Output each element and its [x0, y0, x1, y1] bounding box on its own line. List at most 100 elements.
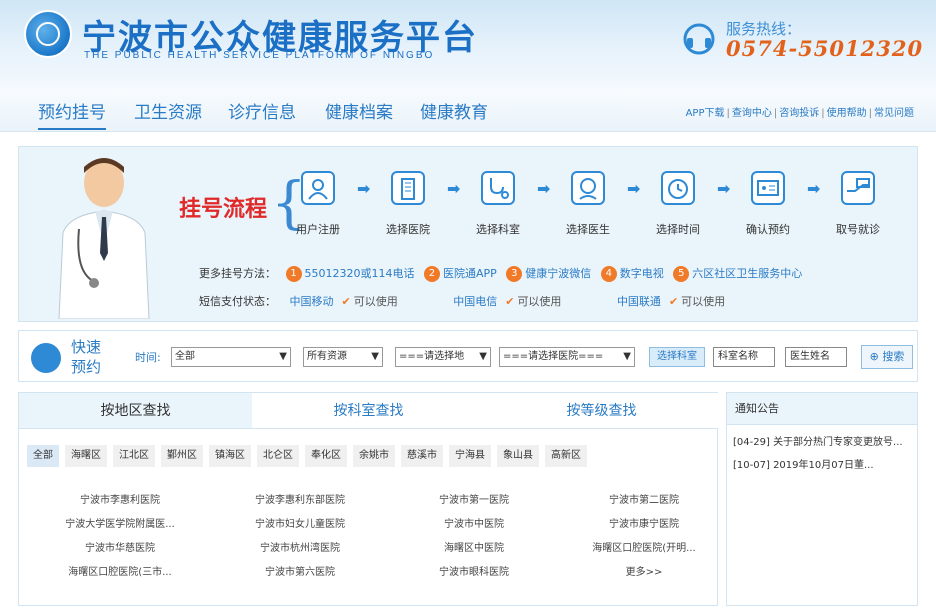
- method-app[interactable]: 医院通APP: [443, 267, 497, 280]
- nav-item-resources[interactable]: 卫生资源: [134, 98, 202, 123]
- arrow-right-icon: ➡: [717, 179, 731, 198]
- check-icon: ✔: [341, 295, 351, 308]
- step-select-department[interactable]: 选择科室: [463, 171, 533, 237]
- step-confirm[interactable]: 确认预约: [733, 171, 803, 237]
- step-label: 选择时间: [656, 223, 700, 236]
- hospital-link[interactable]: 宁波市李惠利医院: [35, 491, 205, 506]
- district-item[interactable]: 宁海县: [449, 445, 491, 467]
- quick-title: 快速 预约: [71, 338, 102, 376]
- method-wechat[interactable]: 健康宁波微信: [525, 267, 591, 280]
- user-icon: [301, 171, 335, 205]
- method-community[interactable]: 六区社区卫生服务中心: [692, 267, 802, 280]
- process-title: 挂号流程: [179, 197, 268, 222]
- nav-item-health-education[interactable]: 健康教育: [420, 98, 488, 123]
- nav-item-diagnosis-info[interactable]: 诊疗信息: [228, 98, 296, 123]
- step-label: 选择科室: [476, 223, 520, 236]
- step-register[interactable]: 用户注册: [283, 171, 353, 237]
- tab-by-department[interactable]: 按科室查找: [252, 393, 485, 429]
- arrow-right-icon: ➡: [537, 179, 551, 198]
- hospital-link[interactable]: 海曙区口腔医院(开明...: [559, 539, 729, 554]
- phone-icon: [683, 23, 715, 55]
- id-card-icon: [751, 171, 785, 205]
- hospital-link[interactable]: 海曙区口腔医院(三市...: [35, 563, 205, 578]
- district-item[interactable]: 奉化区: [305, 445, 347, 467]
- carrier-unicom: 中国联通: [616, 295, 661, 308]
- resource-select[interactable]: 所有资源 ▼: [303, 347, 383, 367]
- district-item[interactable]: 慈溪市: [401, 445, 443, 467]
- quick-search-icon: [31, 343, 61, 373]
- site-logo[interactable]: [24, 10, 72, 58]
- step-label: 取号就诊: [836, 223, 880, 236]
- arrow-right-icon: ➡: [807, 179, 821, 198]
- time-label: 时间:: [135, 351, 161, 364]
- district-all[interactable]: 全部: [27, 445, 59, 467]
- tab-by-area[interactable]: 按地区查找: [19, 393, 252, 429]
- district-item[interactable]: 鄞州区: [161, 445, 203, 467]
- chevron-down-icon: ▼: [479, 351, 487, 362]
- chevron-down-icon: ▼: [371, 351, 379, 362]
- chevron-down-icon: ▼: [279, 351, 287, 362]
- hospital-link[interactable]: 宁波市杭州湾医院: [215, 539, 385, 554]
- link-faq[interactable]: 常见问题: [874, 108, 914, 119]
- notice-item[interactable]: [10-07] 2019年10月07日董...: [727, 456, 917, 471]
- select-department-button[interactable]: 选择科室: [649, 347, 705, 367]
- step-select-doctor[interactable]: 选择医生: [553, 171, 623, 237]
- more-methods: 更多挂号方法： 1 55012320或114电话 2 医院通APP 3 健康宁波微信 …: [199, 266, 803, 282]
- district-item[interactable]: 海曙区: [65, 445, 107, 467]
- area-select[interactable]: ===请选择地 ▼: [395, 347, 491, 367]
- notice-item[interactable]: [04-29] 关于部分热门专家变更放号...: [727, 433, 917, 448]
- district-filter: 全部 海曙区 江北区 鄞州区 镇海区 北仑区 奉化区 余姚市 慈溪市 宁海县 象山县 高新区: [27, 445, 593, 467]
- method-phone[interactable]: 55012320或114电话: [305, 267, 415, 280]
- district-item[interactable]: 高新区: [545, 445, 587, 467]
- time-select[interactable]: 全部 ▼: [171, 347, 291, 367]
- link-complaint[interactable]: 咨询投诉: [779, 108, 819, 119]
- arrow-right-icon: ➡: [357, 179, 371, 198]
- hospital-link[interactable]: 宁波市第一医院: [389, 491, 559, 506]
- hospital-link[interactable]: 宁波市中医院: [389, 515, 559, 530]
- hospital-search-panel: 按地区查找 按科室查找 按等级查找 全部 海曙区 江北区 鄞州区 镇海区 北仑区 奉化区 余姚…: [18, 392, 718, 606]
- link-query-center[interactable]: 查询中心: [732, 108, 772, 119]
- step-select-hospital[interactable]: 选择医院: [373, 171, 443, 237]
- step-take-number[interactable]: 取号就诊: [823, 171, 893, 237]
- district-item[interactable]: 镇海区: [209, 445, 251, 467]
- hospital-link[interactable]: 宁波市康宁医院: [559, 515, 729, 530]
- hospital-link[interactable]: 宁波市眼科医院: [389, 563, 559, 578]
- hospital-link[interactable]: 宁波市第二医院: [559, 491, 729, 506]
- hospital-icon: [391, 171, 425, 205]
- doctor-icon: [571, 171, 605, 205]
- doctor-name-input[interactable]: 医生姓名: [785, 347, 847, 367]
- registration-process-panel: 挂号流程 { 用户注册 ➡ 选择医院 ➡ 选择科室 ➡ 选择医生 ➡ 选择时间 …: [18, 146, 918, 322]
- hotline-number: 0574-55012320: [726, 36, 924, 61]
- quick-appointment-bar: 快速 预约 时间: 全部 ▼ 所有资源 ▼ ===请选择地 ▼ ===请选择医院=== ▼…: [18, 330, 918, 382]
- top-links: APP下载 | 查询中心 | 咨询投诉 | 使用帮助 | 常见问题: [685, 108, 914, 119]
- nav-item-health-records[interactable]: 健康档案: [325, 98, 393, 123]
- tab-by-level[interactable]: 按等级查找: [485, 393, 718, 429]
- link-help[interactable]: 使用帮助: [827, 108, 867, 119]
- arrow-right-icon: ➡: [447, 179, 461, 198]
- hospital-select[interactable]: ===请选择医院=== ▼: [499, 347, 635, 367]
- step-label: 用户注册: [296, 223, 340, 236]
- hospital-link[interactable]: 宁波市妇女儿童医院: [215, 515, 385, 530]
- step-label: 选择医生: [566, 223, 610, 236]
- district-item[interactable]: 象山县: [497, 445, 539, 467]
- district-item[interactable]: 余姚市: [353, 445, 395, 467]
- hospital-link[interactable]: 宁波李惠利东部医院: [215, 491, 385, 506]
- link-app-download[interactable]: APP下载: [686, 108, 725, 119]
- hospital-link[interactable]: 宁波市第六医院: [215, 563, 385, 578]
- hospital-link[interactable]: 宁波市华慈医院: [35, 539, 205, 554]
- department-name-input[interactable]: 科室名称: [713, 347, 775, 367]
- step-select-time[interactable]: 选择时间: [643, 171, 713, 237]
- search-button[interactable]: ⊕ 搜索: [861, 345, 913, 369]
- nav-item-appointment[interactable]: 预约挂号: [38, 98, 106, 130]
- hospital-link[interactable]: 海曙区中医院: [389, 539, 559, 554]
- notice-title: 通知公告: [727, 393, 917, 425]
- site-header: 宁波市公众健康服务平台 THE PUBLIC HEALTH SERVICE PL…: [0, 0, 936, 88]
- hand-card-icon: [841, 171, 875, 205]
- district-item[interactable]: 江北区: [113, 445, 155, 467]
- hospital-link[interactable]: 宁波大学医学院附属医...: [35, 515, 205, 530]
- more-hospitals-link[interactable]: 更多>>: [559, 563, 729, 578]
- district-item[interactable]: 北仑区: [257, 445, 299, 467]
- arrow-right-icon: ➡: [627, 179, 641, 198]
- chevron-down-icon: ▼: [623, 351, 631, 362]
- method-tv[interactable]: 数字电视: [620, 267, 664, 280]
